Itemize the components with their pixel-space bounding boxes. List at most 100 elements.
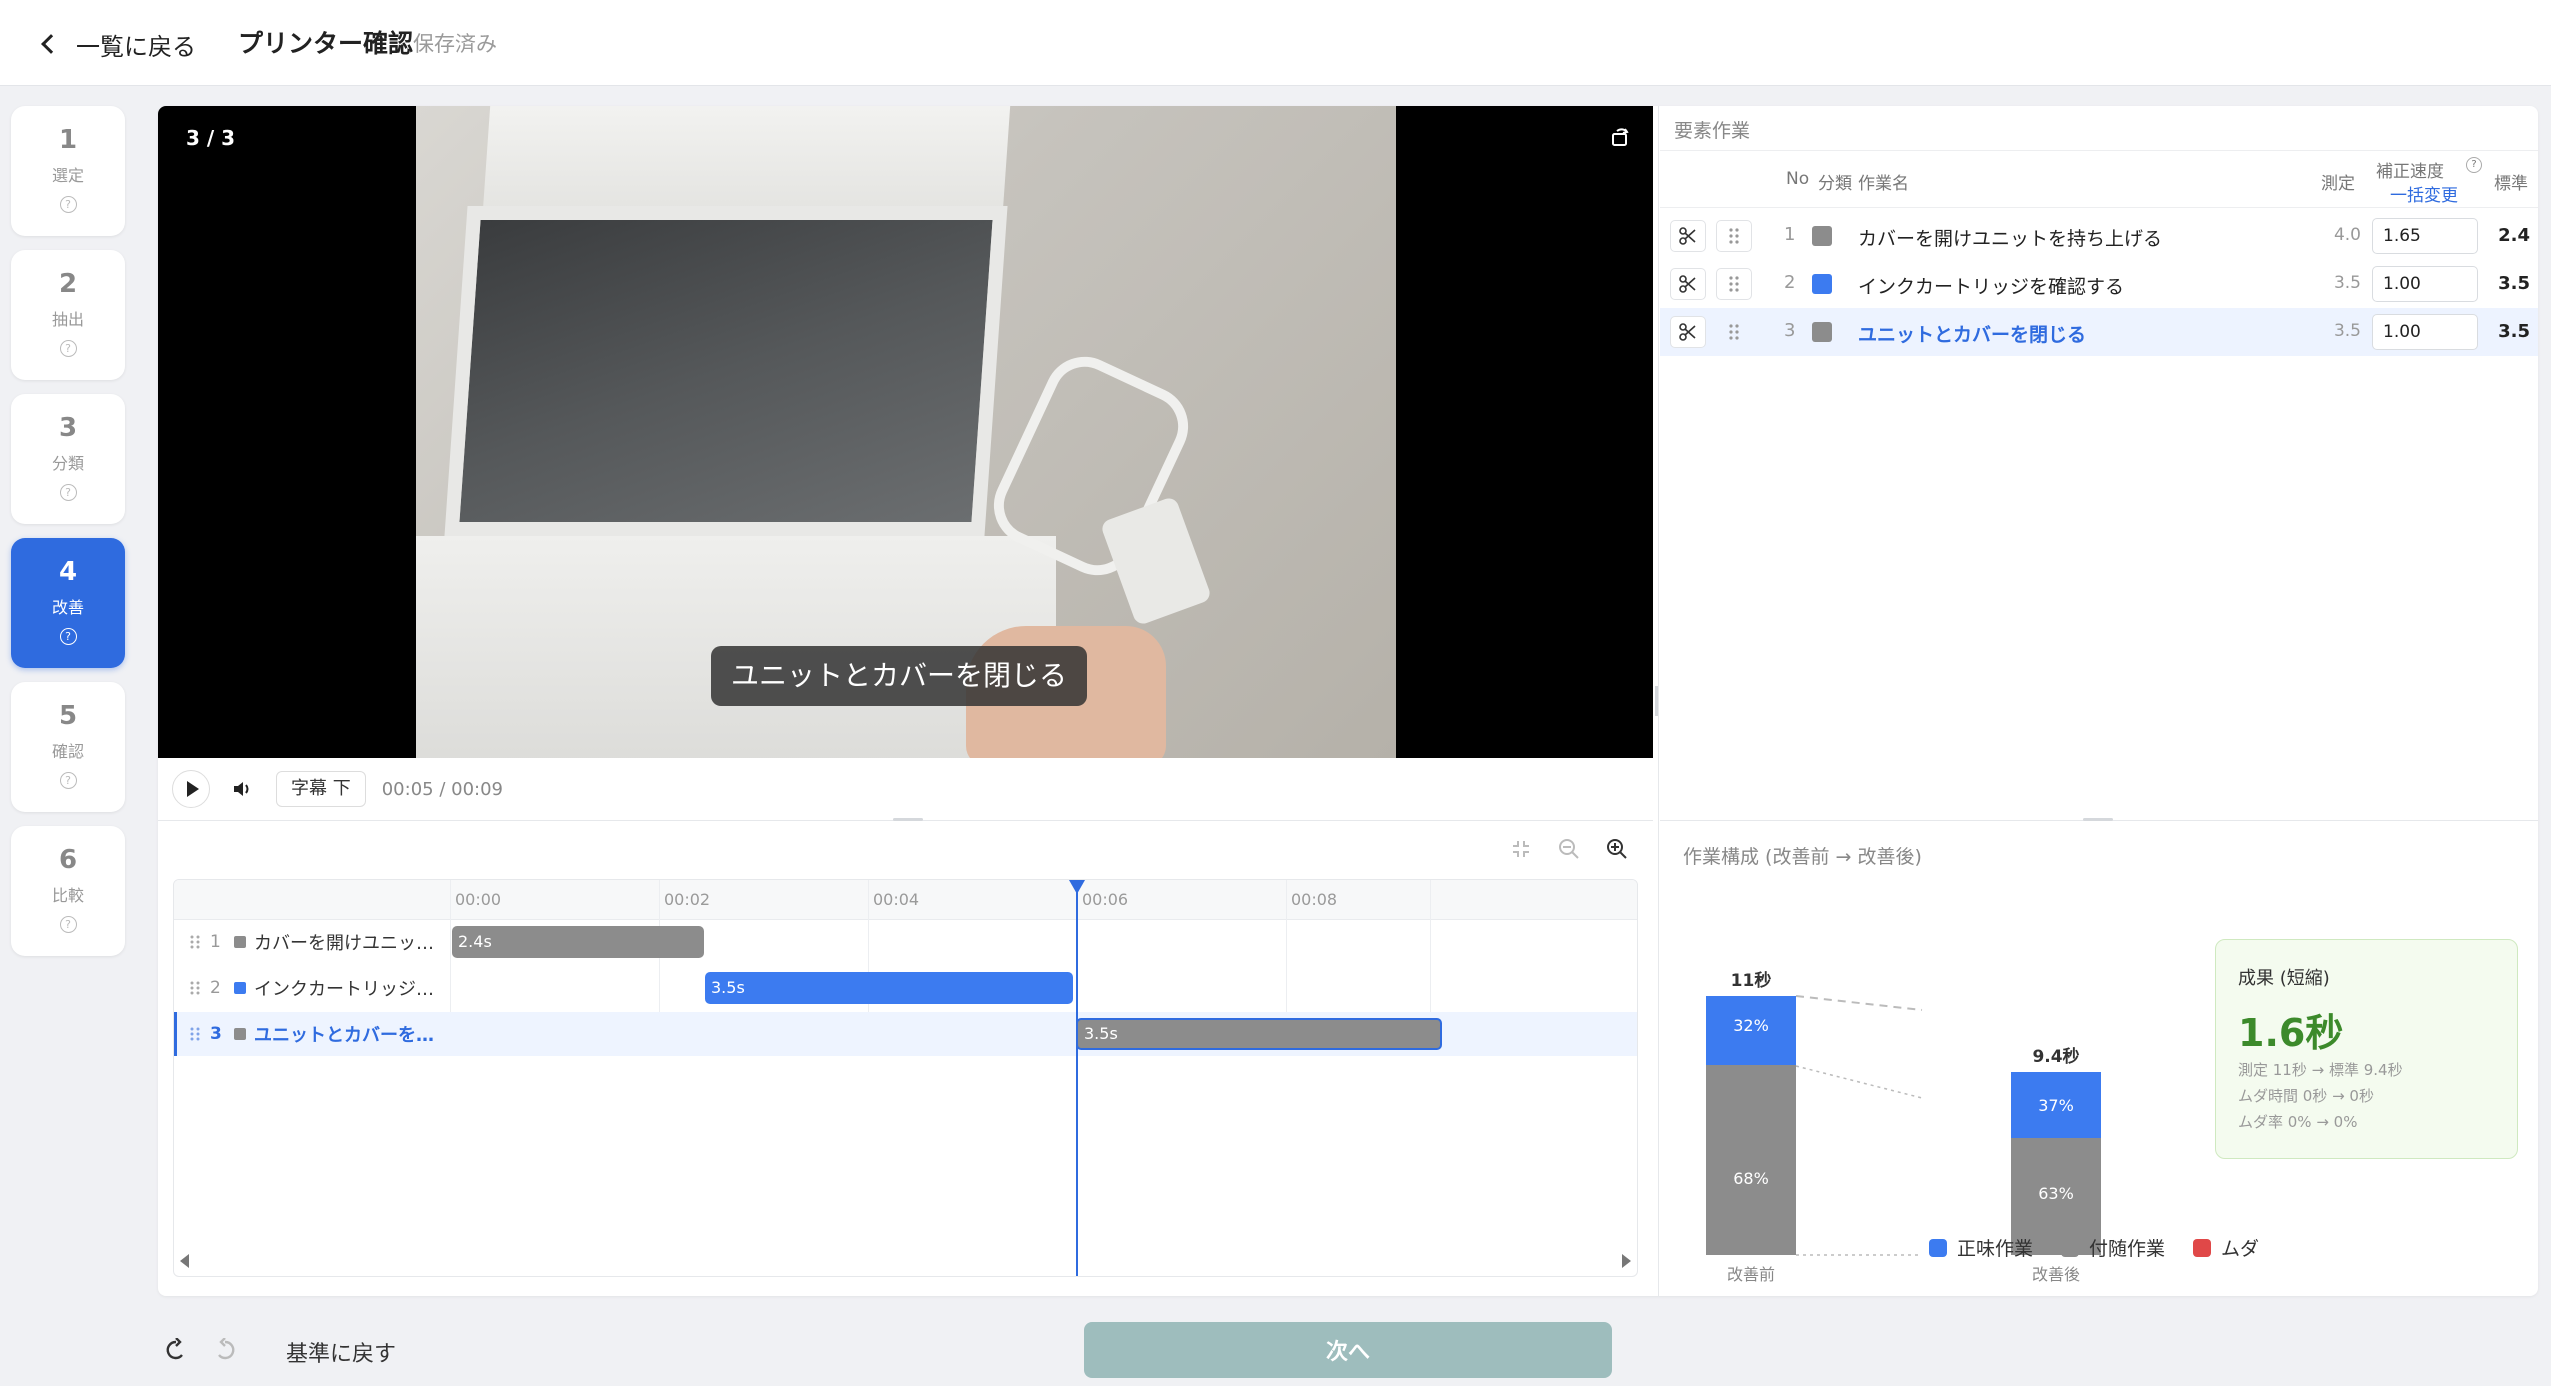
video-counter: 3 / 3 — [186, 126, 236, 150]
col-no: No — [1786, 169, 1810, 189]
back-to-list-button[interactable]: 一覧に戻る — [41, 26, 196, 62]
col-measured: 測定 — [2321, 174, 2355, 194]
category-swatch[interactable] — [1812, 322, 1832, 342]
resize-handle[interactable] — [2083, 818, 2113, 821]
scissors-icon — [1679, 323, 1696, 341]
next-button[interactable]: 次へ — [1084, 1322, 1612, 1378]
category-swatch[interactable] — [1812, 274, 1832, 294]
timeline-row-label: 1 カバーを開けユニッ… — [174, 920, 450, 964]
bulk-change-link[interactable]: 一括変更 — [2390, 181, 2458, 206]
divider — [1658, 106, 1659, 1296]
element-name[interactable]: ユニットとカバーを閉じる — [1858, 320, 2086, 347]
help-icon[interactable]: ? — [59, 628, 77, 645]
zoom-in-button[interactable] — [1604, 836, 1630, 862]
row-number: 3 — [1784, 320, 1796, 341]
help-icon[interactable]: ? — [59, 916, 77, 933]
element-name[interactable]: カバーを開けユニットを持ち上げる — [1858, 224, 2162, 251]
drag-handle-icon — [1729, 324, 1739, 340]
timeline-tools — [1508, 836, 1630, 862]
drag-handle-icon[interactable] — [188, 1026, 202, 1042]
legend-item: 正味作業 — [1929, 1234, 2033, 1261]
scroll-left-arrow[interactable] — [180, 1254, 189, 1268]
timeline-row[interactable]: 1 カバーを開けユニッ… 2.4s — [174, 920, 1637, 964]
help-icon[interactable]: ? — [59, 196, 77, 213]
speed-input[interactable] — [2372, 314, 2478, 350]
standard-value: 3.5 — [2498, 273, 2530, 294]
scroll-right-arrow[interactable] — [1622, 1254, 1631, 1268]
help-icon[interactable]: ? — [2466, 157, 2482, 173]
timeline-bar[interactable]: 2.4s — [452, 926, 704, 958]
play-button[interactable] — [172, 770, 210, 808]
after-total: 9.4秒 — [2032, 1046, 2079, 1067]
speed-input[interactable] — [2372, 218, 2478, 254]
playhead[interactable] — [1076, 880, 1078, 1276]
drag-handle-icon[interactable] — [188, 980, 202, 996]
timeline[interactable]: 00:00 00:02 00:04 00:06 00:08 1 カバーを開けユニ… — [173, 879, 1638, 1277]
category-swatch[interactable] — [1812, 226, 1832, 246]
row-number: 1 — [1784, 224, 1796, 245]
timeline-row-selected[interactable]: 3 ユニットとカバーを… 3.5s — [174, 1012, 1637, 1056]
step-5-confirm[interactable]: 5 確認 ? — [11, 682, 125, 812]
undo-icon[interactable] — [164, 1338, 188, 1362]
split-button[interactable] — [1670, 316, 1706, 348]
zoom-in-icon — [1607, 839, 1627, 859]
help-icon[interactable]: ? — [59, 772, 77, 789]
video-player[interactable]: 3 / 3 ユニットとカバーを閉じる — [158, 106, 1653, 758]
timeline-row-label: 2 インクカートリッジ… — [174, 966, 450, 1010]
resize-handle[interactable] — [1655, 686, 1658, 716]
step-number: 5 — [58, 701, 78, 731]
step-1-select[interactable]: 1 選定 ? — [11, 106, 125, 236]
timeline-row[interactable]: 2 インクカートリッジ… 3.5s — [174, 966, 1637, 1010]
help-icon[interactable]: ? — [59, 484, 77, 501]
step-number: 1 — [58, 125, 78, 155]
drag-handle[interactable] — [1716, 316, 1752, 348]
timeline-tick: 00:00 — [455, 890, 502, 909]
resize-handle[interactable] — [893, 818, 923, 821]
legend-label: ムダ — [2221, 1238, 2260, 1260]
split-button[interactable] — [1670, 268, 1706, 300]
row-name: インクカートリッジ… — [254, 979, 434, 1000]
before-incidental-pct: 68% — [1733, 1169, 1769, 1188]
standard-value: 3.5 — [2498, 321, 2530, 342]
reset-to-standard-button[interactable]: 基準に戻す — [286, 1336, 396, 1368]
step-2-extract[interactable]: 2 抽出 ? — [11, 250, 125, 380]
fit-to-view-button[interactable] — [1508, 836, 1534, 862]
result-card: 成果 (短縮) 1.6秒 測定 11秒 → 標準 9.4秒 ムダ時間 0秒 → … — [2215, 939, 2518, 1159]
drag-handle[interactable] — [1716, 268, 1752, 300]
before-total: 11秒 — [1731, 970, 1772, 991]
volume-button[interactable] — [226, 772, 260, 806]
row-number: 1 — [210, 932, 221, 952]
help-icon[interactable]: ? — [59, 340, 77, 357]
step-label: 確認 — [51, 742, 84, 761]
scissors-icon — [1679, 275, 1696, 293]
rotate-icon[interactable] — [1609, 126, 1631, 148]
chart-legend: 正味作業 付随作業 ムダ — [1929, 1234, 2259, 1261]
subtitle-position-button[interactable]: 字幕 下 — [276, 771, 366, 807]
timeline-bar[interactable]: 3.5s — [705, 972, 1073, 1004]
legend-item: ムダ — [2193, 1234, 2259, 1261]
connector-line — [1795, 1065, 1923, 1099]
back-label: 一覧に戻る — [76, 32, 196, 61]
zoom-out-button[interactable] — [1556, 836, 1582, 862]
timeline-bar[interactable]: 3.5s — [1076, 1018, 1442, 1050]
drag-handle[interactable] — [1716, 220, 1752, 252]
step-6-compare[interactable]: 6 比較 ? — [11, 826, 125, 956]
drag-handle-icon[interactable] — [188, 934, 202, 950]
element-name[interactable]: インクカートリッジを確認する — [1858, 272, 2124, 299]
result-value: 1.6秒 — [2238, 1011, 2344, 1055]
redo-icon[interactable] — [213, 1338, 237, 1362]
scissors-icon — [1679, 227, 1696, 245]
timeline-tick: 00:08 — [1291, 890, 1338, 909]
legend-swatch — [2193, 1238, 2212, 1257]
split-button[interactable] — [1670, 220, 1706, 252]
drag-handle-icon — [1729, 276, 1739, 292]
legend-swatch — [2061, 1238, 2080, 1257]
step-4-improve[interactable]: 4 改善 ? — [11, 538, 125, 668]
element-row[interactable]: 2 インクカートリッジを確認する 3.5 3.5 — [1660, 260, 2538, 308]
element-row[interactable]: 1 カバーを開けユニットを持ち上げる 4.0 2.4 — [1660, 212, 2538, 260]
speed-input[interactable] — [2372, 266, 2478, 302]
element-row-selected[interactable]: 3 ユニットとカバーを閉じる 3.5 3.5 — [1660, 308, 2538, 356]
step-3-classify[interactable]: 3 分類 ? — [11, 394, 125, 524]
video-caption: ユニットとカバーを閉じる — [711, 646, 1088, 706]
connector-line — [1795, 995, 1923, 1011]
